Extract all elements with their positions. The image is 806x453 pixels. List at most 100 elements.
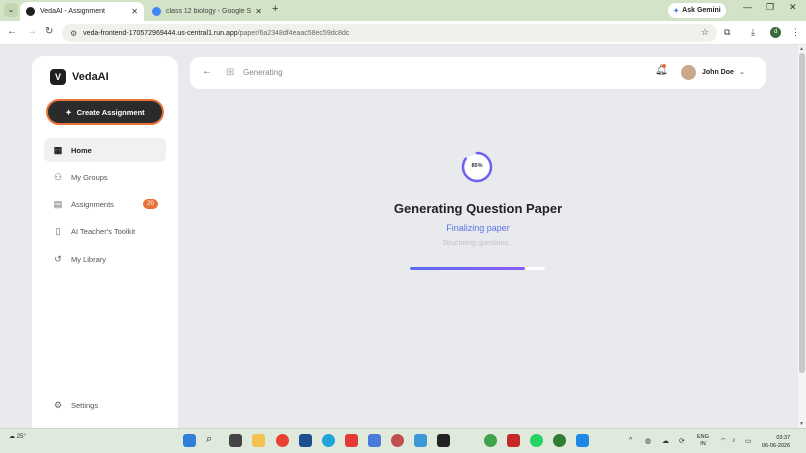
pdf-icon[interactable] (507, 434, 520, 447)
sync-icon[interactable]: ⟳ (679, 437, 685, 445)
start-icon[interactable] (183, 434, 196, 447)
sidebar-item-label: My Groups (71, 172, 108, 182)
device-icon: ▯ (55, 225, 61, 236)
brand-name: VedaAI (72, 71, 109, 83)
sidebar-item-label: Assignments (71, 199, 114, 209)
google-favicon-icon (152, 7, 161, 16)
sidebar-item-my-groups[interactable]: ⚇ My Groups (44, 165, 166, 189)
sidebar-item-label: My Library (71, 254, 107, 264)
create-assignment-button[interactable]: ✦ Create Assignment (46, 99, 164, 125)
site-info-icon[interactable]: ⚙ (70, 29, 77, 38)
sidebar-item-my-library[interactable]: ↺ My Library (44, 247, 166, 271)
store-icon[interactable] (299, 434, 312, 447)
system-clock[interactable]: 03:37 06-06-2026 (762, 434, 790, 450)
taskbar: ☁ 25° ⌕ ^ ◍ ☁ ⟳ ENG IN ⌔ ♪ ▭ 03:37 06-06… (0, 428, 806, 453)
progress-percent: 85% (471, 163, 483, 169)
sidebar-item-label: Home (71, 145, 92, 155)
minimize-icon[interactable]: — (743, 2, 752, 12)
language-indicator[interactable]: ENG IN (697, 434, 709, 448)
gemini-sparkle-icon: ✦ (673, 7, 680, 15)
forward-icon[interactable]: → (27, 26, 37, 37)
clock-time: 03:37 (776, 435, 791, 441)
task-view-icon[interactable] (229, 434, 242, 447)
edge-icon[interactable] (322, 434, 335, 447)
avatar[interactable] (681, 65, 696, 80)
tab-vedaai-assignment[interactable]: VedaAI - Assignment ✕ (20, 2, 144, 21)
language-code: ENG (697, 434, 709, 440)
search-icon[interactable]: ⌕ (206, 433, 212, 446)
url-host: veda-frontend-170572969444.us-central1.r… (83, 29, 238, 37)
sidebar-item-settings[interactable]: ⚙ Settings (44, 393, 166, 417)
tab-close-icon[interactable]: ✕ (131, 7, 138, 16)
document-icon: ▤ (53, 198, 63, 209)
vedaai-favicon-icon (26, 7, 35, 16)
ask-gemini-button[interactable]: ✦ Ask Gemini (668, 3, 726, 18)
tray-chevron-icon[interactable]: ^ (629, 437, 632, 444)
sidebar: V VedaAI ✦ Create Assignment ▦ Home ⚇ My… (32, 56, 178, 436)
url-path: /paper/6a2348df4eaac58ec59dc8dc (237, 29, 350, 37)
sidebar-item-label: AI Teacher's Toolkit (71, 226, 136, 236)
notification-dot (662, 64, 666, 68)
whatsapp-icon[interactable] (530, 434, 543, 447)
app-icon[interactable] (414, 434, 427, 447)
users-icon: ⚇ (53, 171, 63, 182)
page-title: Generating (243, 68, 283, 77)
progress-bar (410, 267, 545, 270)
downloads-icon[interactable]: ⤓ (751, 27, 755, 38)
bookmark-star-icon[interactable]: ☆ (701, 27, 709, 38)
sidebar-item-assignments[interactable]: ▤ Assignments 20 (44, 192, 166, 216)
tab-search-dropdown[interactable]: ⌄ (4, 3, 18, 17)
chrome-icon[interactable] (276, 434, 289, 447)
grid-icon: ▦ (53, 144, 63, 155)
brand[interactable]: V VedaAI (50, 69, 109, 85)
youtube-icon[interactable] (345, 434, 358, 447)
back-icon[interactable]: ← (7, 26, 17, 37)
chrome-alt-icon[interactable] (553, 434, 566, 447)
tab-title: class 12 biology - Google Search (166, 8, 252, 15)
extensions-icon[interactable]: ⧉ (724, 27, 730, 38)
file-explorer-icon[interactable] (252, 434, 265, 447)
browser-menu-icon[interactable]: ⋮ (791, 27, 800, 38)
scroll-up-icon[interactable]: ▲ (799, 46, 804, 52)
chevron-down-icon[interactable]: ⌄ (739, 68, 745, 76)
chrome-active-icon[interactable] (484, 434, 497, 447)
tab-google-search[interactable]: class 12 biology - Google Search ✕ (146, 2, 268, 21)
restore-icon[interactable]: ❐ (766, 2, 774, 13)
vedaai-logo-icon: V (50, 69, 66, 85)
onedrive-icon[interactable]: ☁ (662, 437, 669, 445)
tray-app-icon[interactable]: ◍ (645, 437, 651, 445)
scroll-down-icon[interactable]: ▼ (799, 421, 804, 427)
assignments-count-badge: 20 (143, 199, 158, 209)
volume-icon[interactable]: ♪ (732, 437, 736, 444)
weather-temp: 25° (16, 434, 26, 440)
scrollbar-thumb[interactable] (799, 53, 805, 373)
chrome-profile-icon[interactable] (391, 434, 404, 447)
docs-icon[interactable] (368, 434, 381, 447)
tab-close-icon[interactable]: ✕ (255, 7, 262, 16)
apps-grid-icon: ⊞ (226, 67, 235, 78)
new-tab-plus-icon[interactable]: + (272, 3, 278, 15)
terminal-icon[interactable] (437, 434, 450, 447)
gear-icon: ⚙ (53, 399, 63, 410)
page-scrollbar[interactable]: ▲ ▼ (798, 45, 806, 428)
address-bar[interactable]: ⚙ veda-frontend-170572969444.us-central1… (62, 24, 717, 42)
weather-widget[interactable]: ☁ 25° (9, 433, 26, 440)
reload-icon[interactable]: ↻ (45, 26, 53, 37)
close-window-icon[interactable]: ✕ (789, 2, 797, 13)
browser-toolbar: ← → ↻ ⚙ veda-frontend-170572969444.us-ce… (0, 21, 806, 45)
history-icon: ↺ (54, 253, 62, 264)
create-assignment-label: Create Assignment (76, 107, 145, 117)
generation-step: Structuring questions... (442, 240, 514, 247)
clock-date: 06-06-2026 (762, 443, 791, 449)
back-arrow-icon[interactable]: ← (202, 66, 212, 77)
sidebar-item-label: Settings (71, 400, 99, 410)
wifi-icon[interactable]: ⌔ (720, 437, 727, 446)
photos-icon[interactable] (576, 434, 589, 447)
battery-icon[interactable]: ▭ (745, 437, 752, 445)
sparkle-icon: ✦ (65, 107, 72, 117)
sidebar-item-home[interactable]: ▦ Home (44, 138, 166, 162)
sidebar-item-ai-teachers-toolkit[interactable]: ▯ AI Teacher's Toolkit (44, 219, 166, 243)
browser-profile-avatar[interactable]: d (770, 27, 781, 38)
user-name[interactable]: John Doe (702, 69, 734, 76)
tab-title: VedaAI - Assignment (40, 8, 105, 15)
